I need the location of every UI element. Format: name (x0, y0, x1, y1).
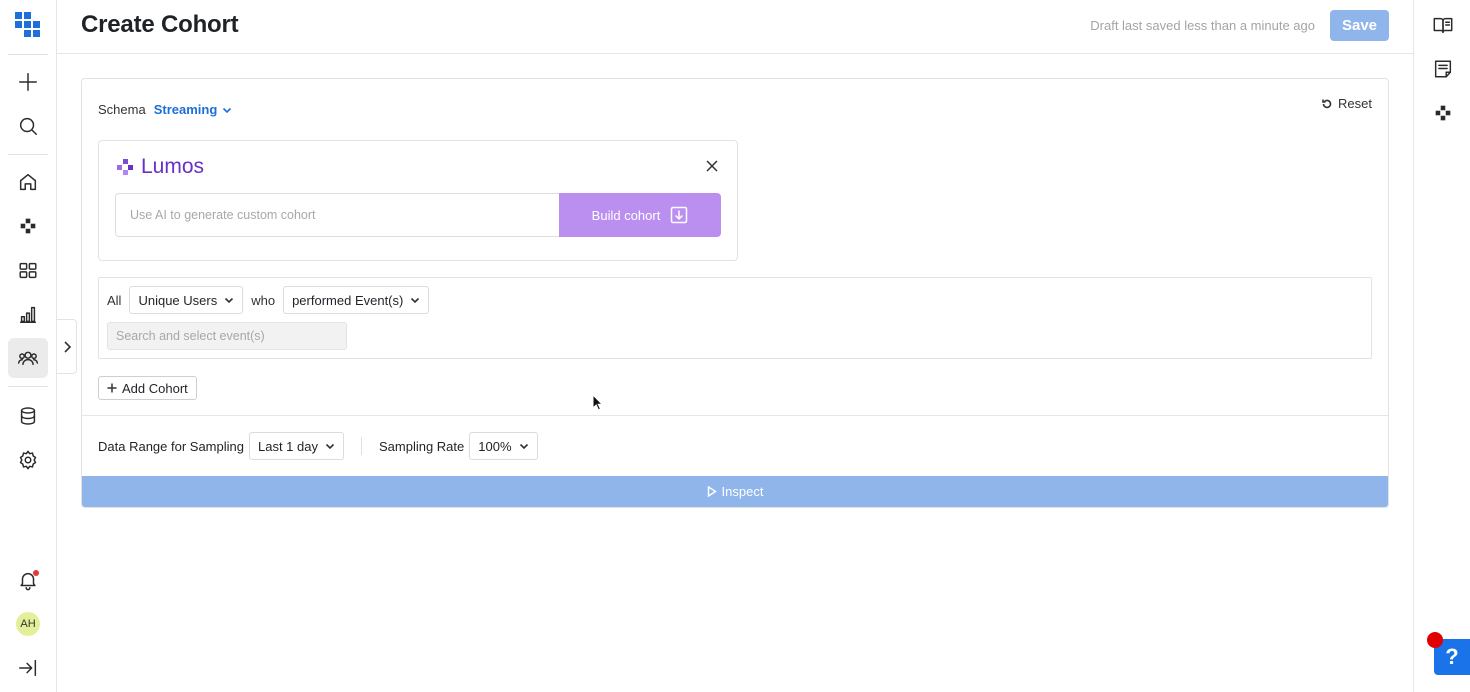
search-icon (19, 117, 37, 135)
home-icon (19, 173, 37, 191)
criteria-prefix: All (107, 292, 122, 308)
notifications-button[interactable] (8, 560, 48, 600)
page-header: Create Cohort Draft last saved less than… (57, 0, 1413, 54)
chevron-down-icon (519, 443, 528, 450)
cohorts-icon (17, 351, 39, 366)
add-cohort-button[interactable]: Add Cohort (98, 376, 197, 400)
inspect-button[interactable]: Inspect (82, 476, 1388, 507)
cohort-builder-card: Schema Streaming Reset Lumos Use AI to g… (81, 78, 1389, 508)
notification-dot (33, 570, 39, 576)
play-icon (707, 486, 717, 497)
left-sidebar: AH (0, 0, 57, 692)
app-root: AH Create Cohort Draft last saved less t… (0, 0, 1470, 692)
cohort-criteria: All Unique Users who performed Event(s) (98, 277, 1372, 359)
schema-row: Schema Streaming (98, 102, 232, 117)
action-value: performed Event(s) (292, 292, 404, 308)
database-icon (20, 407, 36, 425)
criteria-connector: who (251, 292, 276, 308)
draft-status: Draft last saved less than a minute ago (1090, 18, 1315, 33)
sidebar-item-events[interactable] (8, 206, 48, 246)
build-cohort-button[interactable]: Build cohort (559, 193, 721, 237)
sampling-row: Data Range for Sampling Last 1 day Sampl… (98, 432, 538, 460)
sidebar-divider (8, 154, 48, 155)
plus-icon (19, 73, 37, 91)
save-button[interactable]: Save (1330, 10, 1389, 41)
mouse-cursor-icon (592, 394, 604, 411)
add-cohort-label: Add Cohort (122, 380, 188, 396)
close-icon (706, 160, 718, 172)
app-logo-icon (15, 12, 40, 37)
rate-value: 100% (478, 438, 512, 454)
section-divider (82, 415, 1388, 416)
criteria-row: All Unique Users who performed Event(s) (107, 286, 430, 314)
event-search-input[interactable] (107, 322, 347, 350)
rate-label: Sampling Rate (378, 438, 465, 454)
docs-book-icon (1433, 17, 1453, 34)
sidebar-item-home[interactable] (8, 162, 48, 202)
lumos-title: Lumos (141, 155, 205, 178)
range-value: Last 1 day (257, 438, 318, 454)
lumos-close-button[interactable] (705, 159, 721, 175)
sidebar-item-dashboards[interactable] (8, 250, 48, 290)
app-logo[interactable] (8, 5, 48, 45)
help-notification-dot (1427, 632, 1443, 648)
sidebar-divider (8, 386, 48, 387)
sidebar-item-analytics[interactable] (8, 294, 48, 334)
lumos-assistant-button[interactable] (1430, 100, 1456, 126)
sidebar-item-settings[interactable] (8, 440, 48, 480)
notes-button[interactable] (1430, 56, 1456, 82)
entity-dropdown[interactable]: Unique Users (129, 286, 244, 314)
sidebar-item-data[interactable] (8, 396, 48, 436)
collapse-sidebar-icon (19, 659, 37, 677)
download-box-icon (671, 206, 688, 224)
vertical-divider (360, 437, 362, 455)
settings-icon (19, 450, 37, 470)
sidebar-item-cohorts[interactable] (8, 338, 48, 378)
sidebar-divider (8, 54, 48, 55)
panel-expand-toggle[interactable] (57, 319, 77, 374)
lumos-icon (1435, 105, 1451, 121)
schema-value: Streaming (153, 102, 218, 117)
dashboards-icon (19, 262, 37, 279)
create-new-button[interactable] (8, 62, 48, 102)
schema-label: Schema (98, 102, 146, 117)
lumos-logo: Lumos (117, 155, 204, 179)
right-sidebar (1413, 0, 1470, 692)
analytics-icon (19, 306, 37, 323)
range-label: Data Range for Sampling (98, 438, 244, 454)
reset-icon (1322, 99, 1332, 108)
schema-dropdown[interactable]: Streaming (154, 102, 233, 117)
avatar[interactable]: AH (16, 612, 40, 636)
chevron-right-icon (63, 340, 71, 353)
entity-value: Unique Users (138, 292, 218, 308)
ai-prompt-input[interactable] (115, 193, 560, 237)
chevron-down-icon (223, 107, 232, 113)
plus-icon (107, 383, 117, 393)
page-title: Create Cohort (81, 11, 239, 38)
inspect-label: Inspect (721, 484, 764, 499)
lumos-icon (117, 159, 133, 175)
rate-dropdown[interactable]: 100% (469, 432, 538, 460)
reset-button[interactable]: Reset (1321, 96, 1372, 111)
docs-button[interactable] (1430, 12, 1456, 38)
reset-label: Reset (1338, 96, 1372, 111)
chevron-down-icon (325, 443, 335, 450)
action-dropdown[interactable]: performed Event(s) (283, 286, 430, 314)
build-cohort-label: Build cohort (591, 207, 661, 223)
notes-icon (1434, 60, 1452, 78)
chevron-down-icon (411, 297, 420, 304)
lumos-panel: Lumos Build cohort (98, 140, 738, 261)
chevron-down-icon (225, 297, 234, 304)
events-icon (20, 218, 36, 234)
expand-sidebar-button[interactable] (8, 648, 48, 688)
range-dropdown[interactable]: Last 1 day (248, 432, 344, 460)
search-button[interactable] (8, 106, 48, 146)
